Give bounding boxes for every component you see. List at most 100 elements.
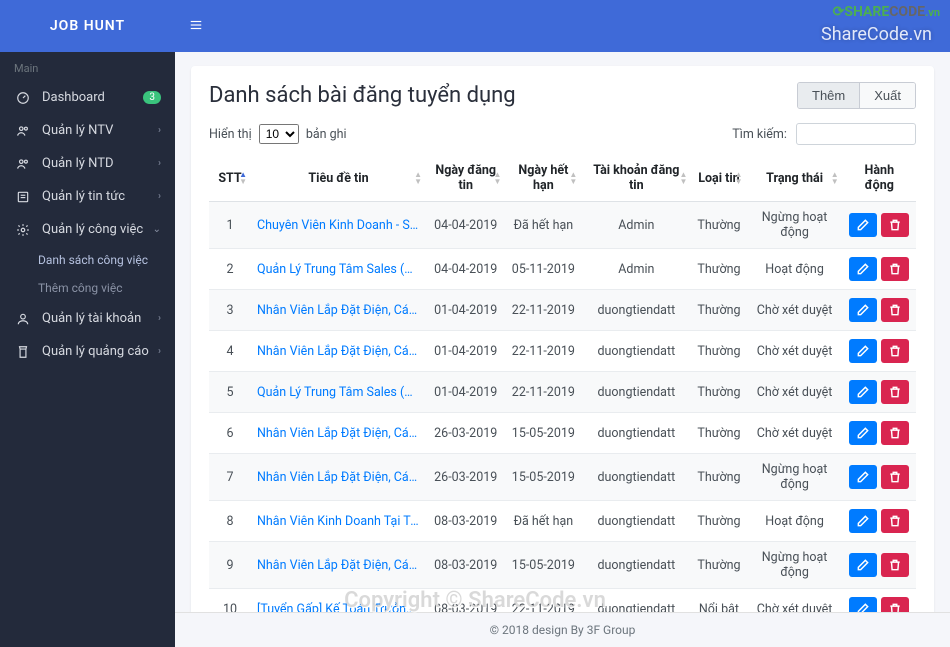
hamburger-icon[interactable] — [189, 16, 203, 37]
sidebar-item-label: Dashboard — [42, 90, 143, 105]
col-header-0[interactable]: STT▲▼ — [209, 155, 251, 202]
news-icon — [14, 190, 32, 204]
cell-type: Thường — [691, 202, 746, 249]
add-button[interactable]: Thêm — [798, 83, 860, 108]
sidebar-item-label: Quản lý công việc — [42, 222, 153, 237]
cell-account: duongtiendatt — [581, 454, 691, 501]
col-header-1[interactable]: Tiêu đề tin▲▼ — [251, 155, 426, 202]
cell-expires: 15-05-2019 — [505, 454, 581, 501]
cell-account: duongtiendatt — [581, 413, 691, 454]
edit-button[interactable] — [849, 298, 877, 322]
col-header-6[interactable]: Trạng thái▲▼ — [747, 155, 843, 202]
edit-button[interactable] — [849, 339, 877, 363]
sidebar-item-0[interactable]: Dashboard3 — [0, 81, 175, 114]
cell-expires: 15-05-2019 — [505, 413, 581, 454]
job-link[interactable]: Nhân Viên Lắp Đặt Điện, Cáp Tho... — [257, 426, 426, 441]
cell-type: Nổi bật — [691, 589, 746, 613]
sidebar-item-label: Quản lý NTV — [42, 123, 158, 138]
sidebar-item-label: Quản lý NTD — [42, 156, 158, 171]
edit-button[interactable] — [849, 553, 877, 577]
job-link[interactable]: Nhân Viên Kinh Doanh Tại Trung... — [257, 514, 426, 529]
cell-status: Ngừng hoạt động — [747, 202, 843, 249]
cell-status: Chờ xét duyệt — [747, 290, 843, 331]
edit-button[interactable] — [849, 257, 877, 281]
cell-account: duongtiendatt — [581, 290, 691, 331]
cell-stt: 1 — [209, 202, 251, 249]
table-row: 6Nhân Viên Lắp Đặt Điện, Cáp Tho...26-03… — [209, 413, 916, 454]
delete-button[interactable] — [881, 421, 909, 445]
brand: JOB HUNT — [0, 0, 175, 52]
chevron-icon: › — [158, 125, 161, 136]
sidebar-item-6[interactable]: Quản lý quảng cáo› — [0, 335, 175, 368]
col-header-2[interactable]: Ngày đăng tin▲▼ — [426, 155, 505, 202]
cell-actions — [843, 413, 916, 454]
table-row: 5 Quản Lý Trung Tâm Sales (Senior...01-04… — [209, 372, 916, 413]
cell-stt: 7 — [209, 454, 251, 501]
delete-button[interactable] — [881, 339, 909, 363]
cell-actions — [843, 372, 916, 413]
job-link[interactable]: Quản Lý Trung Tâm Sales (Senior... — [257, 385, 426, 400]
job-link[interactable]: [Tuyển Gấp] Kế Toán Trưởng -Mản... — [257, 602, 426, 613]
sidebar-item-5[interactable]: Quản lý tài khoản› — [0, 302, 175, 335]
delete-button[interactable] — [881, 465, 909, 489]
delete-button[interactable] — [881, 553, 909, 577]
delete-button[interactable] — [881, 597, 909, 612]
col-header-3[interactable]: Ngày hết hạn▲▼ — [505, 155, 581, 202]
cell-expires: Đã hết hạn — [505, 501, 581, 542]
job-link[interactable]: Nhân Viên Lắp Đặt Điện, Cáp Tho... — [257, 470, 426, 485]
edit-button[interactable] — [849, 213, 877, 237]
cell-status: Chờ xét duyệt — [747, 331, 843, 372]
edit-button[interactable] — [849, 465, 877, 489]
col-header-5[interactable]: Loại tin▲▼ — [691, 155, 746, 202]
table-row: 8Nhân Viên Kinh Doanh Tại Trung...08-03-… — [209, 501, 916, 542]
cell-type: Thường — [691, 249, 746, 290]
export-button[interactable]: Xuất — [860, 83, 915, 108]
delete-button[interactable] — [881, 509, 909, 533]
cell-type: Thường — [691, 413, 746, 454]
cell-stt: 5 — [209, 372, 251, 413]
show-suffix: bản ghi — [306, 127, 347, 142]
edit-button[interactable] — [849, 597, 877, 612]
sidebar-sub-4-1[interactable]: Thêm công việc — [0, 274, 175, 302]
cell-posted: 01-04-2019 — [426, 372, 505, 413]
cell-status: Hoạt động — [747, 501, 843, 542]
col-header-7[interactable]: Hành động — [843, 155, 916, 202]
cell-posted: 08-03-2019 — [426, 501, 505, 542]
job-link[interactable]: Quản Lý Trung Tâm Sales (Senior... — [257, 262, 426, 277]
entries-select[interactable]: 10 — [259, 124, 299, 144]
cell-posted: 26-03-2019 — [426, 454, 505, 501]
cell-actions — [843, 202, 916, 249]
sidebar-section-label: Main — [0, 52, 175, 81]
search-input[interactable] — [796, 123, 916, 145]
delete-button[interactable] — [881, 298, 909, 322]
edit-button[interactable] — [849, 421, 877, 445]
cell-posted: 26-03-2019 — [426, 413, 505, 454]
edit-button[interactable] — [849, 380, 877, 404]
sidebar-item-2[interactable]: Quản lý NTD› — [0, 147, 175, 180]
job-link[interactable]: Nhân Viên Lắp Đặt Điện, Cáp Tho... — [257, 303, 426, 318]
sidebar-item-1[interactable]: Quản lý NTV› — [0, 114, 175, 147]
job-link[interactable]: Chuyên Viên Kinh Doanh - Sale... — [257, 218, 426, 233]
job-link[interactable]: Nhân Viên Lắp Đặt Điện, Cáp Tho... — [257, 344, 426, 359]
cell-actions — [843, 454, 916, 501]
sidebar-sub-4-0[interactable]: Danh sách công việc — [0, 246, 175, 274]
table-row: 1Chuyên Viên Kinh Doanh - Sale...04-04-2… — [209, 202, 916, 249]
cell-type: Thường — [691, 454, 746, 501]
delete-button[interactable] — [881, 213, 909, 237]
col-header-4[interactable]: Tài khoản đăng tin▲▼ — [581, 155, 691, 202]
delete-button[interactable] — [881, 380, 909, 404]
cell-expires: 22-11-2019 — [505, 372, 581, 413]
sidebar-item-4[interactable]: Quản lý công việc⌄ — [0, 213, 175, 246]
sidebar-item-3[interactable]: Quản lý tin tức› — [0, 180, 175, 213]
sidebar-item-label: Quản lý quảng cáo — [42, 344, 158, 359]
table-row: 9Nhân Viên Lắp Đặt Điện, Cáp Tho...08-03… — [209, 542, 916, 589]
main-area: Danh sách bài đăng tuyển dụng Thêm Xuất … — [175, 0, 950, 647]
cell-posted: 01-04-2019 — [426, 331, 505, 372]
cell-type: Thường — [691, 542, 746, 589]
sidebar-item-label: Quản lý tin tức — [42, 189, 158, 204]
cell-stt: 3 — [209, 290, 251, 331]
edit-button[interactable] — [849, 509, 877, 533]
job-link[interactable]: Nhân Viên Lắp Đặt Điện, Cáp Tho... — [257, 558, 426, 573]
table-row: 7 Nhân Viên Lắp Đặt Điện, Cáp Tho...26-03… — [209, 454, 916, 501]
delete-button[interactable] — [881, 257, 909, 281]
